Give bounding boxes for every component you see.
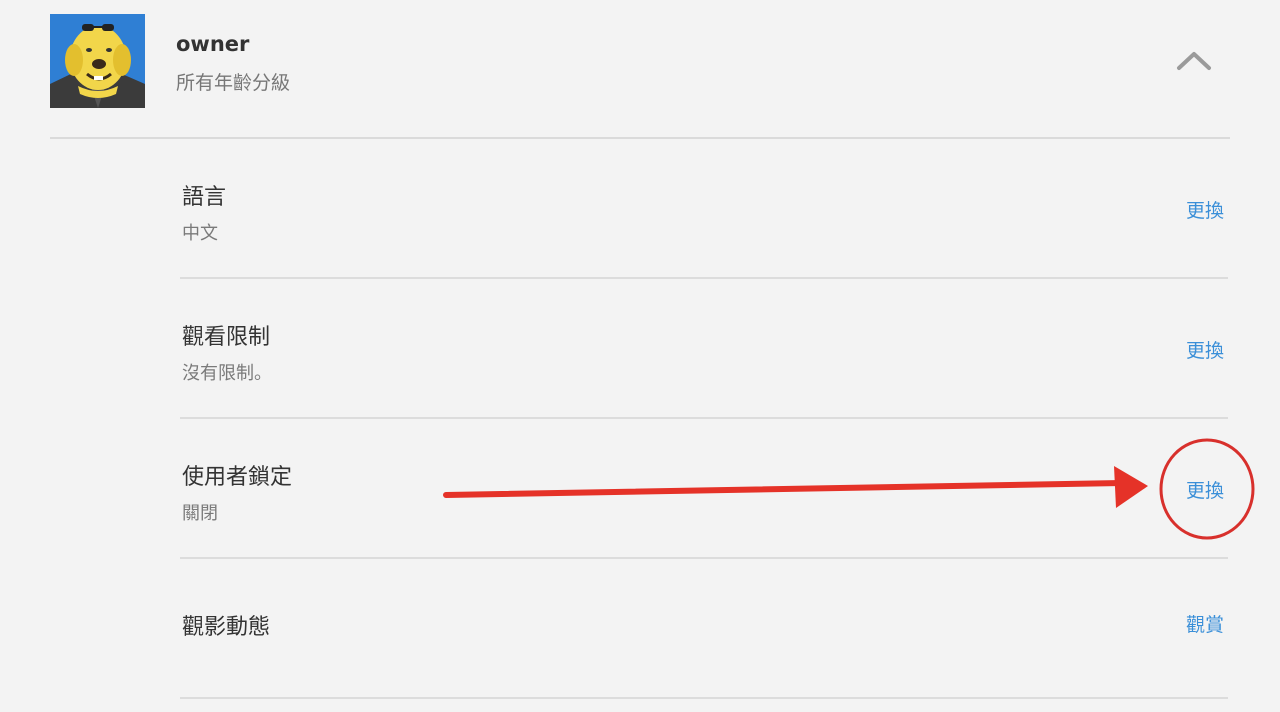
setting-row-profile-lock: 使用者鎖定 關閉 更換: [180, 419, 1228, 559]
view-activity-link[interactable]: 觀賞: [1186, 610, 1224, 637]
settings-list: 語言 中文 更換 觀看限制 沒有限制。 更換 使用者鎖定 關閉 更換 觀影動態 …: [180, 139, 1228, 699]
setting-value: 中文: [182, 223, 218, 244]
profile-maturity-rating: 所有年齡分級: [176, 72, 291, 94]
profile-settings-page: owner 所有年齡分級 語言 中文 更換 觀看限制 沒有限制。 更換 使用者鎖…: [0, 0, 1280, 712]
setting-value: 關閉: [182, 503, 218, 524]
setting-value: 沒有限制。: [182, 363, 272, 384]
collapse-button[interactable]: [1168, 42, 1220, 82]
change-profile-lock-link[interactable]: 更換: [1186, 476, 1224, 503]
setting-row-viewing-restrictions: 觀看限制 沒有限制。 更換: [180, 279, 1228, 419]
cartoon-dog-avatar-icon: [50, 14, 145, 108]
setting-title: 語言: [182, 185, 227, 210]
setting-row-viewing-activity: 觀影動態 觀賞: [180, 559, 1228, 699]
setting-title: 使用者鎖定: [182, 465, 293, 490]
profile-header: owner 所有年齡分級: [50, 14, 1230, 138]
profile-name: owner: [176, 32, 250, 56]
setting-title: 觀影動態: [182, 615, 271, 640]
setting-title: 觀看限制: [182, 325, 271, 350]
setting-row-language: 語言 中文 更換: [180, 139, 1228, 279]
change-restrictions-link[interactable]: 更換: [1186, 336, 1224, 363]
change-language-link[interactable]: 更換: [1186, 196, 1224, 223]
chevron-up-icon: [1177, 52, 1211, 70]
avatar[interactable]: [50, 14, 145, 108]
